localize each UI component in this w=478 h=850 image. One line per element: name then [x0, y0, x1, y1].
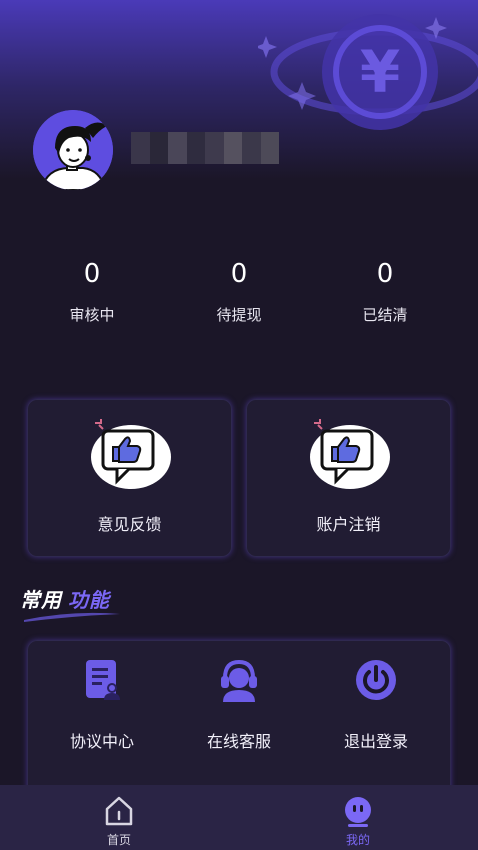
- function-label: 退出登录: [343, 732, 408, 751]
- stat-label: 待提现: [216, 306, 262, 324]
- headset-agent-icon: [221, 659, 257, 702]
- face-icon: [345, 797, 371, 827]
- function-label: 协议中心: [69, 732, 134, 751]
- stat-reviewing[interactable]: 0 审核中: [32, 252, 152, 325]
- thumbs-up-chat-icon: [87, 417, 173, 497]
- feedback-card[interactable]: 意见反馈: [27, 399, 232, 557]
- avatar[interactable]: [33, 110, 113, 190]
- stat-pending-withdraw[interactable]: 0 待提现: [179, 252, 299, 325]
- username-blurred: [131, 132, 279, 164]
- svg-text:¥: ¥: [360, 38, 400, 106]
- bottom-tab-bar: 首页 我的: [0, 785, 478, 850]
- tab-label: 首页: [106, 833, 131, 847]
- stat-value: 0: [83, 259, 101, 289]
- tab-label: 我的: [345, 833, 370, 847]
- girl-avatar-icon: [33, 110, 113, 190]
- function-logout[interactable]: 退出登录: [311, 658, 441, 752]
- stat-settled[interactable]: 0 已结清: [325, 252, 445, 325]
- tab-home[interactable]: 首页: [79, 795, 159, 848]
- function-agreement-center[interactable]: 协议中心: [37, 658, 167, 752]
- yuan-coin-decoration: ¥: [258, 14, 478, 130]
- stats-row: 0 审核中 0 待提现 0 已结清: [0, 252, 478, 352]
- section-title-part1: 常用: [20, 588, 62, 612]
- section-title: 常用 功能: [20, 584, 130, 624]
- functions-card: 协议中心 在线客服 退出登录: [27, 640, 451, 800]
- document-user-icon: [86, 660, 120, 700]
- thumbs-up-chat-icon: [306, 417, 392, 497]
- function-online-service[interactable]: 在线客服: [174, 658, 304, 752]
- feedback-label: 意见反馈: [97, 515, 162, 534]
- power-icon: [356, 660, 396, 700]
- account-cancel-label: 账户注销: [316, 515, 381, 534]
- account-cancel-card[interactable]: 账户注销: [246, 399, 451, 557]
- tab-mine[interactable]: 我的: [318, 795, 398, 848]
- stat-value: 0: [376, 259, 394, 289]
- stat-value: 0: [230, 259, 248, 289]
- home-icon: [105, 796, 133, 826]
- stat-label: 审核中: [69, 306, 115, 324]
- section-title-part2: 功能: [68, 588, 110, 612]
- function-label: 在线客服: [206, 732, 271, 751]
- stat-label: 已结清: [362, 306, 408, 324]
